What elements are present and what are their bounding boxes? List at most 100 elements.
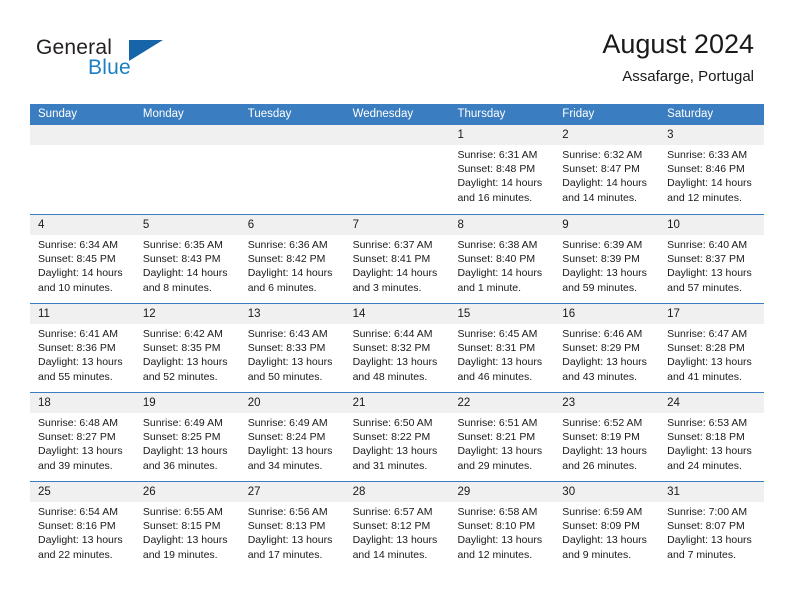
day-cell[interactable]: 24 Sunrise: 6:53 AM Sunset: 8:18 PM Dayligh… <box>659 393 765 481</box>
day-details: Sunrise: 6:55 AM Sunset: 8:15 PM Daylight:… <box>135 502 240 562</box>
day-cell[interactable]: 5 Sunrise: 6:35 AM Sunset: 8:43 PM Daylight… <box>134 215 240 303</box>
daylight-text-line2: and 55 minutes. <box>38 370 113 383</box>
daylight-text-line1: Daylight: 13 hours <box>142 445 228 458</box>
daylight-text-line2: and 31 minutes. <box>352 459 428 472</box>
day-cell[interactable]: 10 Sunrise: 6:40 AM Sunset: 8:37 PM Dayligh… <box>659 215 765 303</box>
day-cell[interactable]: 18 Sunrise: 6:48 AM Sunset: 8:27 PM Dayligh… <box>30 393 135 481</box>
day-details: Sunrise: 6:43 AM Sunset: 8:33 PM Daylight:… <box>240 324 345 384</box>
day-cell[interactable]: 29 Sunrise: 6:58 AM Sunset: 8:10 PM Dayligh… <box>449 482 555 570</box>
weekday-tuesday: Tuesday <box>247 108 292 120</box>
daylight-text-line1: Daylight: 14 hours <box>247 267 333 280</box>
day-details: Sunrise: 6:44 AM Sunset: 8:32 PM Daylight:… <box>345 324 450 384</box>
daylight-text-line2: and 3 minutes. <box>352 281 422 294</box>
daylight-text-line2: and 1 minute. <box>457 281 522 294</box>
day-cell[interactable]: 17 Sunrise: 6:47 AM Sunset: 8:28 PM Dayligh… <box>659 304 765 392</box>
day-cell[interactable]: 3 Sunrise: 6:33 AM Sunset: 8:46 PM Daylight… <box>659 125 765 214</box>
sunrise-text: Sunrise: 6:36 AM <box>247 239 328 251</box>
daylight-text-line2: and 19 minutes. <box>142 548 218 561</box>
day-cell[interactable]: 23 Sunrise: 6:52 AM Sunset: 8:19 PM Dayligh… <box>554 393 660 481</box>
sunrise-text: Sunrise: 6:53 AM <box>667 417 748 429</box>
page-header: General Blue August 2024 Assafarge, Port… <box>0 0 792 100</box>
day-details: Sunrise: 6:31 AM Sunset: 8:48 PM Daylight:… <box>449 145 554 205</box>
daylight-text-line1: Daylight: 13 hours <box>457 445 543 458</box>
sunset-text: Sunset: 8:13 PM <box>247 520 326 533</box>
sunrise-text: Sunrise: 6:58 AM <box>457 506 538 518</box>
sunrise-text: Sunrise: 6:51 AM <box>457 417 538 429</box>
sunrise-text: Sunrise: 6:42 AM <box>142 328 223 340</box>
day-cell[interactable]: 30 Sunrise: 6:59 AM Sunset: 8:09 PM Dayligh… <box>554 482 660 570</box>
daylight-text-line2: and 50 minutes. <box>247 370 323 383</box>
day-cell[interactable]: 11 Sunrise: 6:41 AM Sunset: 8:36 PM Dayligh… <box>30 304 135 392</box>
sunrise-text: Sunrise: 6:52 AM <box>562 417 643 429</box>
day-details: Sunrise: 6:48 AM Sunset: 8:27 PM Daylight:… <box>30 413 135 473</box>
day-cell[interactable]: 1 Sunrise: 6:31 AM Sunset: 8:48 PM Daylight… <box>449 125 555 214</box>
daylight-text-line2: and 17 minutes. <box>247 548 323 561</box>
day-cell[interactable]: 25 Sunrise: 6:54 AM Sunset: 8:16 PM Dayligh… <box>30 482 135 570</box>
day-details: Sunrise: 6:49 AM Sunset: 8:24 PM Daylight:… <box>240 413 345 473</box>
day-details: Sunrise: 7:00 AM Sunset: 8:07 PM Daylight:… <box>659 502 764 562</box>
sunset-text: Sunset: 8:09 PM <box>562 520 640 533</box>
day-number: 30 <box>554 482 660 502</box>
sunset-text: Sunset: 8:27 PM <box>38 431 116 444</box>
sunrise-text: Sunrise: 6:59 AM <box>562 506 643 518</box>
day-number: 15 <box>449 304 555 324</box>
daylight-text-line1: Daylight: 13 hours <box>142 356 228 369</box>
day-number: 27 <box>239 482 345 502</box>
day-cell[interactable]: 15 Sunrise: 6:45 AM Sunset: 8:31 PM Dayligh… <box>449 304 555 392</box>
sunset-text: Sunset: 8:28 PM <box>667 342 745 355</box>
brand-logo[interactable]: General Blue <box>36 36 216 86</box>
day-cell[interactable]: 7 Sunrise: 6:37 AM Sunset: 8:41 PM Daylight… <box>344 215 450 303</box>
day-cell[interactable]: 16 Sunrise: 6:46 AM Sunset: 8:29 PM Dayligh… <box>554 304 660 392</box>
daylight-text-line2: and 12 minutes. <box>667 191 742 204</box>
sunset-text: Sunset: 8:15 PM <box>142 520 221 533</box>
daylight-text-line1: Daylight: 13 hours <box>142 534 228 547</box>
sunset-text: Sunset: 8:41 PM <box>352 253 431 266</box>
sunrise-text: Sunrise: 7:00 AM <box>667 506 748 518</box>
day-cell[interactable]: 26 Sunrise: 6:55 AM Sunset: 8:15 PM Dayligh… <box>134 482 240 570</box>
triangle-icon <box>129 40 163 61</box>
day-cell[interactable]: 31 Sunrise: 7:00 AM Sunset: 8:07 PM Dayligh… <box>659 482 765 570</box>
daylight-text-line1: Daylight: 13 hours <box>247 534 333 547</box>
day-details: Sunrise: 6:40 AM Sunset: 8:37 PM Daylight:… <box>659 235 764 295</box>
day-cell[interactable]: 22 Sunrise: 6:51 AM Sunset: 8:21 PM Dayligh… <box>449 393 555 481</box>
sunset-text: Sunset: 8:36 PM <box>38 342 116 355</box>
daylight-text-line2: and 9 minutes. <box>562 548 632 561</box>
sunrise-text: Sunrise: 6:44 AM <box>352 328 433 340</box>
day-cell[interactable]: 2 Sunrise: 6:32 AM Sunset: 8:47 PM Daylight… <box>554 125 660 214</box>
day-details: Sunrise: 6:59 AM Sunset: 8:09 PM Daylight:… <box>554 502 659 562</box>
day-number: 29 <box>449 482 555 502</box>
day-details: Sunrise: 6:54 AM Sunset: 8:16 PM Daylight:… <box>30 502 135 562</box>
day-number: 21 <box>344 393 450 413</box>
day-cell[interactable]: 9 Sunrise: 6:39 AM Sunset: 8:39 PM Daylight… <box>554 215 660 303</box>
day-details: Sunrise: 6:52 AM Sunset: 8:19 PM Daylight:… <box>554 413 659 473</box>
day-cell[interactable]: 12 Sunrise: 6:42 AM Sunset: 8:35 PM Dayligh… <box>134 304 240 392</box>
sunset-text: Sunset: 8:25 PM <box>142 431 221 444</box>
day-number: 9 <box>554 215 660 235</box>
day-cell[interactable]: 28 Sunrise: 6:57 AM Sunset: 8:12 PM Dayligh… <box>344 482 450 570</box>
day-cell[interactable]: 21 Sunrise: 6:50 AM Sunset: 8:22 PM Dayligh… <box>344 393 450 481</box>
day-cell[interactable]: 27 Sunrise: 6:56 AM Sunset: 8:13 PM Dayligh… <box>239 482 345 570</box>
day-cell[interactable]: 19 Sunrise: 6:49 AM Sunset: 8:25 PM Dayligh… <box>134 393 240 481</box>
day-cell-empty <box>239 125 345 214</box>
sunrise-text: Sunrise: 6:32 AM <box>562 149 643 161</box>
day-cell[interactable]: 6 Sunrise: 6:36 AM Sunset: 8:42 PM Daylight… <box>239 215 345 303</box>
day-cell[interactable]: 4 Sunrise: 6:34 AM Sunset: 8:45 PM Daylight… <box>30 215 135 303</box>
daylight-text-line1: Daylight: 13 hours <box>667 534 752 547</box>
sunrise-text: Sunrise: 6:50 AM <box>352 417 433 429</box>
day-cell[interactable]: 20 Sunrise: 6:49 AM Sunset: 8:24 PM Dayligh… <box>239 393 345 481</box>
daylight-text-line2: and 48 minutes. <box>352 370 428 383</box>
day-cell[interactable]: 8 Sunrise: 6:38 AM Sunset: 8:40 PM Daylight… <box>449 215 555 303</box>
day-number <box>30 125 135 145</box>
daylight-text-line1: Daylight: 14 hours <box>142 267 228 280</box>
day-details: Sunrise: 6:46 AM Sunset: 8:29 PM Daylight:… <box>554 324 659 384</box>
day-cell[interactable]: 13 Sunrise: 6:43 AM Sunset: 8:33 PM Dayligh… <box>239 304 345 392</box>
daylight-text-line1: Daylight: 13 hours <box>457 356 543 369</box>
day-cell-empty <box>344 125 450 214</box>
day-number: 23 <box>554 393 660 413</box>
daylight-text-line1: Daylight: 13 hours <box>667 356 752 369</box>
day-number: 31 <box>659 482 765 502</box>
sunrise-text: Sunrise: 6:56 AM <box>247 506 328 518</box>
daylight-text-line1: Daylight: 14 hours <box>38 267 123 280</box>
day-number: 12 <box>134 304 240 324</box>
day-cell[interactable]: 14 Sunrise: 6:44 AM Sunset: 8:32 PM Dayligh… <box>344 304 450 392</box>
